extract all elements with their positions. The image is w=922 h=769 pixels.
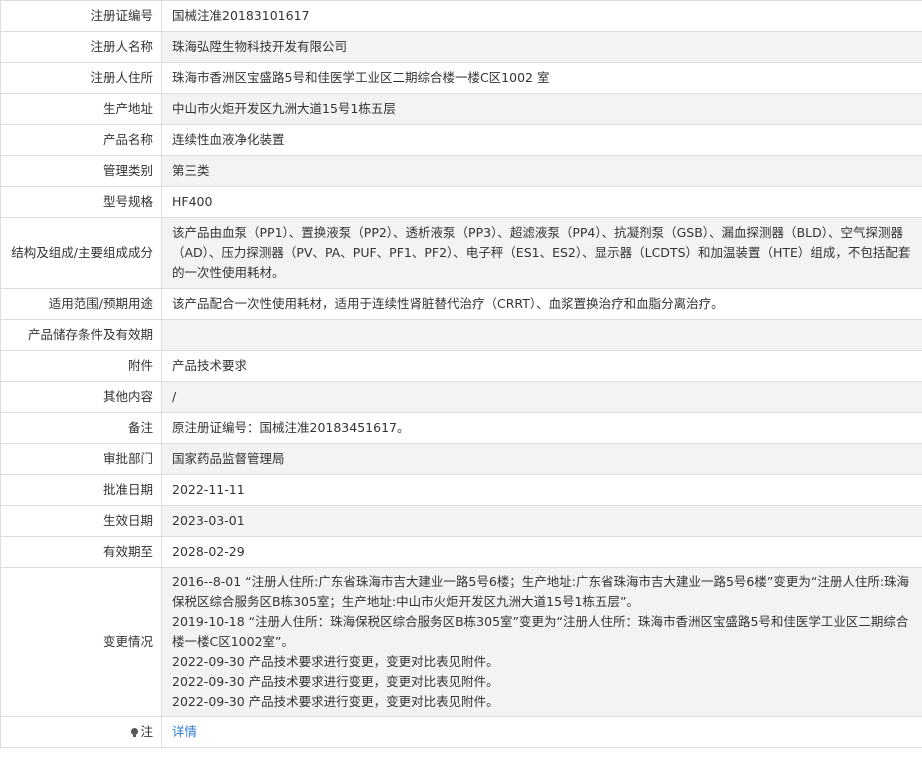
field-value: / <box>161 381 922 413</box>
field-label: 型号规格 <box>0 186 162 218</box>
field-label: 结构及组成/主要组成成分 <box>0 217 162 289</box>
row-storage-conditions: 产品储存条件及有效期 <box>0 319 922 351</box>
field-label: 生效日期 <box>0 505 162 537</box>
field-value: 原注册证编号：国械注准20183451617。 <box>161 412 922 444</box>
row-remarks: 备注 原注册证编号：国械注准20183451617。 <box>0 412 922 444</box>
details-link[interactable]: 详情 <box>172 724 197 739</box>
change-entry: 2022-09-30 产品技术要求进行变更，变更对比表见附件。 <box>172 654 499 669</box>
row-production-address: 生产地址 中山市火炬开发区九洲大道15号1栋五层 <box>0 93 922 125</box>
lightbulb-icon <box>131 728 139 737</box>
field-value: 2022-11-11 <box>161 474 922 506</box>
field-label: 适用范围/预期用途 <box>0 288 162 320</box>
field-label: 生产地址 <box>0 93 162 125</box>
field-value: 2028-02-29 <box>161 536 922 568</box>
note-label: 注 <box>140 724 153 739</box>
field-value: 连续性血液净化装置 <box>161 124 922 156</box>
field-value: 产品技术要求 <box>161 350 922 382</box>
field-label: 注册人住所 <box>0 62 162 94</box>
row-other-content: 其他内容 / <box>0 381 922 413</box>
row-structure-composition: 结构及组成/主要组成成分 该产品由血泵（PP1）、置换液泵（PP2）、透析液泵（… <box>0 217 922 289</box>
note-label-cell: 注 <box>0 716 162 748</box>
row-approval-date: 批准日期 2022-11-11 <box>0 474 922 506</box>
field-label: 产品储存条件及有效期 <box>0 319 162 351</box>
field-value: 2023-03-01 <box>161 505 922 537</box>
field-value: 该产品由血泵（PP1）、置换液泵（PP2）、透析液泵（PP3）、超滤液泵（PP4… <box>161 217 922 289</box>
note-value-cell: 详情 <box>161 716 922 748</box>
row-registrant-name: 注册人名称 珠海弘陞生物科技开发有限公司 <box>0 31 922 63</box>
field-value: 国家药品监督管理局 <box>161 443 922 475</box>
field-value: HF400 <box>161 186 922 218</box>
row-approval-department: 审批部门 国家药品监督管理局 <box>0 443 922 475</box>
field-value: 珠海弘陞生物科技开发有限公司 <box>161 31 922 63</box>
row-product-name: 产品名称 连续性血液净化装置 <box>0 124 922 156</box>
row-registration-number: 注册证编号 国械注准20183101617 <box>0 0 922 32</box>
field-label: 产品名称 <box>0 124 162 156</box>
field-value: 该产品配合一次性使用耗材，适用于连续性肾脏替代治疗（CRRT）、血浆置换治疗和血… <box>161 288 922 320</box>
registration-info-table: 注册证编号 国械注准20183101617 注册人名称 珠海弘陞生物科技开发有限… <box>0 0 922 748</box>
row-registrant-address: 注册人住所 珠海市香洲区宝盛路5号和佳医学工业区二期综合楼一楼C区1002 室 <box>0 62 922 94</box>
row-intended-use: 适用范围/预期用途 该产品配合一次性使用耗材，适用于连续性肾脏替代治疗（CRRT… <box>0 288 922 320</box>
field-value: 第三类 <box>161 155 922 187</box>
row-valid-until: 有效期至 2028-02-29 <box>0 536 922 568</box>
field-label: 附件 <box>0 350 162 382</box>
field-label: 备注 <box>0 412 162 444</box>
field-value: 中山市火炬开发区九洲大道15号1栋五层 <box>161 93 922 125</box>
field-label: 注册证编号 <box>0 0 162 32</box>
change-entry: 2022-09-30 产品技术要求进行变更，变更对比表见附件。 <box>172 674 499 689</box>
change-history-list: 2016--8-01 “注册人住所:广东省珠海市吉大建业一路5号6楼；生产地址:… <box>161 567 922 717</box>
row-attachment: 附件 产品技术要求 <box>0 350 922 382</box>
change-entry: 2016--8-01 “注册人住所:广东省珠海市吉大建业一路5号6楼；生产地址:… <box>172 574 910 609</box>
field-label: 批准日期 <box>0 474 162 506</box>
field-label: 注册人名称 <box>0 31 162 63</box>
field-label: 其他内容 <box>0 381 162 413</box>
field-value: 珠海市香洲区宝盛路5号和佳医学工业区二期综合楼一楼C区1002 室 <box>161 62 922 94</box>
change-entry: 2019-10-18 “注册人住所：珠海保税区综合服务区B栋305室”变更为“注… <box>172 614 909 649</box>
row-management-category: 管理类别 第三类 <box>0 155 922 187</box>
field-label: 有效期至 <box>0 536 162 568</box>
row-note: 注 详情 <box>0 716 922 748</box>
field-label: 审批部门 <box>0 443 162 475</box>
field-value: 国械注准20183101617 <box>161 0 922 32</box>
change-entry: 2022-09-30 产品技术要求进行变更，变更对比表见附件。 <box>172 694 499 709</box>
row-change-history: 变更情况 2016--8-01 “注册人住所:广东省珠海市吉大建业一路5号6楼；… <box>0 567 922 717</box>
row-effective-date: 生效日期 2023-03-01 <box>0 505 922 537</box>
row-model-spec: 型号规格 HF400 <box>0 186 922 218</box>
field-label: 变更情况 <box>0 567 162 717</box>
field-value <box>161 319 922 351</box>
field-label: 管理类别 <box>0 155 162 187</box>
